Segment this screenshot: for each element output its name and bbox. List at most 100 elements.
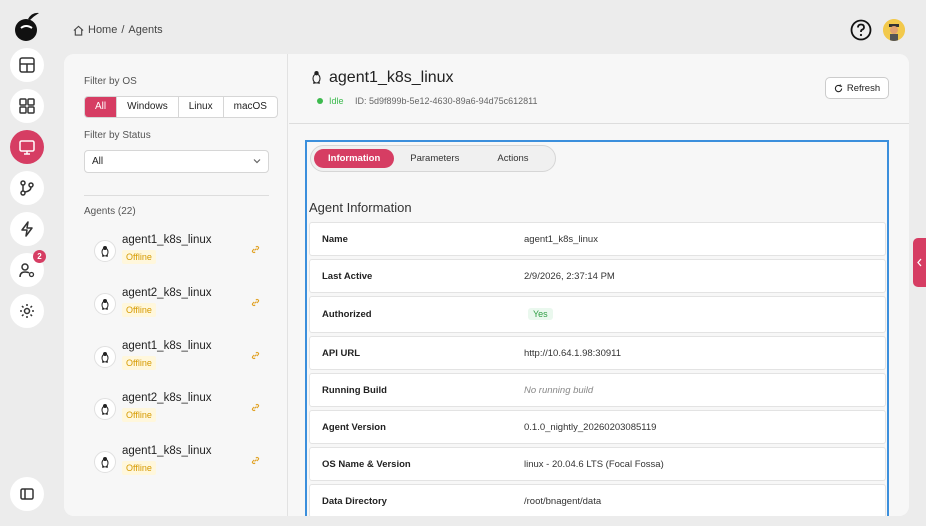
info-value: /root/bnagent/data <box>524 496 602 507</box>
agent-list-item[interactable]: agent1_k8s_linux Offline <box>92 234 264 274</box>
agent-name: agent1_k8s_linux <box>122 445 212 457</box>
os-icon-wrapper <box>94 240 116 262</box>
breadcrumb-current: Agents <box>128 24 163 36</box>
info-key: Data Directory <box>322 496 387 507</box>
agent-list-item[interactable]: agent1_k8s_linux Offline <box>92 445 264 485</box>
os-icon-wrapper <box>94 451 116 473</box>
rail-users-button[interactable]: 2 <box>10 250 46 287</box>
info-value: No running build <box>524 385 594 396</box>
info-row: Last Active 2/9/2026, 2:37:14 PM <box>309 259 886 293</box>
authorized-badge: Yes <box>528 308 553 320</box>
git-branch-icon <box>20 180 34 196</box>
agent-detail-panel: agent1_k8s_linux Idle ID: 5d9f899b-5e12-… <box>289 54 909 516</box>
rail-dashboard-button[interactable] <box>10 89 44 123</box>
linux-icon <box>101 246 109 257</box>
agent-title: agent1_k8s_linux <box>329 69 454 86</box>
agent-id: ID: 5d9f899b-5e12-4630-89a6-94d75c612811 <box>355 96 538 106</box>
linux-icon <box>101 299 109 310</box>
info-row: Agent Version 0.1.0_nightly_202602030851… <box>309 410 886 444</box>
user-avatar[interactable] <box>883 19 905 41</box>
home-icon <box>73 25 84 36</box>
os-icon-wrapper <box>94 398 116 420</box>
info-value: linux - 20.04.6 LTS (Focal Fossa) <box>524 459 664 470</box>
detail-tabs: Information Parameters Actions <box>310 145 556 172</box>
agent-name: agent1_k8s_linux <box>122 234 212 246</box>
side-drawer-toggle[interactable] <box>913 238 926 287</box>
chevron-left-icon <box>917 258 922 267</box>
info-value: http://10.64.1.98:30911 <box>524 348 622 359</box>
os-filter-linux[interactable]: Linux <box>177 97 223 117</box>
refresh-button[interactable]: Refresh <box>825 77 889 99</box>
breadcrumb-home-link[interactable]: Home <box>88 24 117 36</box>
info-row: Authorized Yes <box>309 296 886 333</box>
status-filter-select[interactable]: All <box>84 150 269 173</box>
tab-actions[interactable]: Actions <box>475 149 550 168</box>
notification-badge: 2 <box>33 250 46 263</box>
info-key: Authorized <box>322 309 372 320</box>
rail-agents-button[interactable] <box>10 130 44 164</box>
filter-os-label: Filter by OS <box>84 76 137 87</box>
info-key: Running Build <box>322 385 387 396</box>
info-key: Last Active <box>322 271 373 282</box>
link-icon[interactable] <box>250 455 261 466</box>
filter-panel: Filter by OS All Windows Linux macOS Fil… <box>64 54 288 516</box>
dashboard-icon <box>19 98 35 114</box>
detail-content: Information Parameters Actions Agent Inf… <box>305 140 889 516</box>
tools-icon <box>19 57 35 73</box>
rail-settings-button[interactable] <box>10 294 44 328</box>
status-dot <box>317 98 323 104</box>
linux-icon <box>101 457 109 468</box>
app-logo-icon[interactable] <box>12 10 42 42</box>
refresh-label: Refresh <box>846 82 881 94</box>
linux-icon <box>101 404 109 415</box>
os-filter-windows[interactable]: Windows <box>116 97 178 117</box>
breadcrumb-separator: / <box>121 24 125 36</box>
info-value: 2/9/2026, 2:37:14 PM <box>524 271 615 282</box>
filter-status-label: Filter by Status <box>84 130 151 141</box>
linux-icon <box>101 352 109 363</box>
lightning-icon <box>21 221 33 237</box>
agent-status-badge: Offline <box>122 356 156 370</box>
os-filter-macos[interactable]: macOS <box>222 97 277 117</box>
os-icon-wrapper <box>94 346 116 368</box>
agent-list-item[interactable]: agent2_k8s_linux Offline <box>92 392 264 432</box>
avatar-image-icon <box>883 19 905 41</box>
agent-list-item[interactable]: agent2_k8s_linux Offline <box>92 287 264 327</box>
info-key: Name <box>322 234 348 245</box>
link-icon[interactable] <box>250 244 261 255</box>
status-filter-value: All <box>92 156 104 167</box>
os-filter-all[interactable]: All <box>85 97 117 117</box>
agent-list-item[interactable]: agent1_k8s_linux Offline <box>92 340 264 380</box>
agent-status-badge: Offline <box>122 408 156 422</box>
breadcrumb: Home / Agents <box>73 24 163 36</box>
agent-status: Idle <box>329 96 344 106</box>
monitor-icon <box>19 140 35 155</box>
os-icon-wrapper <box>94 293 116 315</box>
gear-icon <box>20 304 34 318</box>
link-icon[interactable] <box>250 350 261 361</box>
link-icon[interactable] <box>250 402 261 413</box>
agent-status-badge: Offline <box>122 250 156 264</box>
link-icon[interactable] <box>250 297 261 308</box>
help-icon[interactable] <box>850 19 872 41</box>
agent-status-badge: Offline <box>122 461 156 475</box>
tab-information[interactable]: Information <box>314 149 395 168</box>
section-title: Agent Information <box>309 200 412 215</box>
user-settings-icon <box>19 263 35 278</box>
left-rail: 2 <box>0 0 54 526</box>
rail-events-button[interactable] <box>10 212 44 246</box>
chevron-down-icon <box>253 159 261 164</box>
info-value: agent1_k8s_linux <box>524 234 598 245</box>
agent-status-badge: Offline <box>122 303 156 317</box>
rail-tools-button[interactable] <box>10 48 44 82</box>
info-row: Running Build No running build <box>309 373 886 407</box>
agent-name: agent1_k8s_linux <box>122 340 212 352</box>
divider <box>84 195 269 196</box>
rail-builds-button[interactable] <box>10 171 44 205</box>
info-row: Name agent1_k8s_linux <box>309 222 886 256</box>
rail-collapse-button[interactable] <box>10 477 44 511</box>
info-value: 0.1.0_nightly_20260203085119 <box>524 422 657 433</box>
agent-name: agent2_k8s_linux <box>122 287 212 299</box>
tab-parameters[interactable]: Parameters <box>394 149 475 168</box>
os-filter-group: All Windows Linux macOS <box>84 96 278 118</box>
